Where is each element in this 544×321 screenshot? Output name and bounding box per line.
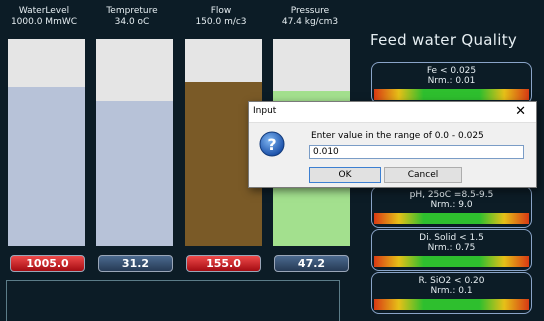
gauge-setpoint: 150.0 m/c3: [195, 17, 247, 27]
quality-normal: Nrm.: 0.75: [427, 243, 476, 253]
gauge-setpoint: 34.0 oC: [114, 17, 150, 27]
gauge-bar: [96, 39, 173, 246]
quality-limit: Di. Solid < 1.5: [419, 233, 484, 243]
gauge-readout[interactable]: 1005.0: [10, 255, 85, 272]
gauge-header: Pressure 47.4 kg/cm3: [270, 6, 350, 28]
gauge-fill: [96, 101, 173, 246]
gauge-readout[interactable]: 31.2: [98, 255, 173, 272]
gauge-header: WaterLevel 1000.0 MmWC: [4, 6, 84, 28]
gauge-title: Tempreture: [106, 6, 158, 16]
quality-limit: R. SiO2 < 0.20: [418, 276, 485, 286]
quality-title: Feed water Quality: [370, 31, 518, 49]
quality-limit: Fe < 0.025: [426, 66, 477, 76]
quality-item-ph[interactable]: pH, 25oC =8.5-9.5 Nrm.: 9.0: [371, 186, 532, 228]
quality-item-disolid[interactable]: Di. Solid < 1.5 Nrm.: 0.75: [371, 229, 532, 271]
quality-normal: Nrm.: 0.01: [427, 76, 476, 86]
close-icon[interactable]: ✕: [515, 105, 526, 118]
quality-item-sio2[interactable]: R. SiO2 < 0.20 Nrm.: 0.1: [371, 272, 532, 314]
cancel-button[interactable]: Cancel: [384, 167, 462, 183]
svg-text:?: ?: [267, 135, 276, 154]
dialog-titlebar[interactable]: Input ✕: [249, 102, 536, 123]
dialog-prompt: Enter value in the range of 0.0 - 0.025: [311, 131, 484, 141]
quality-range-band: [374, 213, 529, 224]
dialog-title: Input: [253, 106, 277, 116]
gauge-bar: [8, 39, 85, 246]
gauge-title: Flow: [210, 6, 232, 16]
gauge-readout[interactable]: 155.0: [186, 255, 261, 272]
quality-range-band: [374, 299, 529, 310]
gauge-header: Flow 150.0 m/c3: [181, 6, 261, 28]
quality-normal: Nrm.: 9.0: [430, 200, 473, 210]
gauge-title: Pressure: [290, 6, 330, 16]
ok-button[interactable]: OK: [309, 167, 381, 183]
quality-range-band: [374, 89, 529, 100]
gauge-setpoint: 1000.0 MmWC: [10, 17, 78, 27]
quality-item-fe[interactable]: Fe < 0.025 Nrm.: 0.01: [371, 62, 532, 104]
input-dialog: Input ✕ ? Enter value in the range of 0.…: [248, 101, 537, 188]
bottom-panel: [6, 280, 340, 321]
gauge-title: WaterLevel: [18, 6, 70, 16]
question-icon: ?: [259, 131, 285, 157]
quality-limit: pH, 25oC =8.5-9.5: [409, 190, 494, 200]
quality-range-band: [374, 256, 529, 267]
gauge-header: Tempreture 34.0 oC: [92, 6, 172, 28]
gauge-fill: [8, 86, 85, 246]
value-input[interactable]: [309, 145, 524, 159]
dialog-body: ? Enter value in the range of 0.0 - 0.02…: [249, 123, 536, 187]
quality-normal: Nrm.: 0.1: [430, 286, 473, 296]
gauge-readout[interactable]: 47.2: [274, 255, 349, 272]
gauge-setpoint: 47.4 kg/cm3: [281, 17, 339, 27]
